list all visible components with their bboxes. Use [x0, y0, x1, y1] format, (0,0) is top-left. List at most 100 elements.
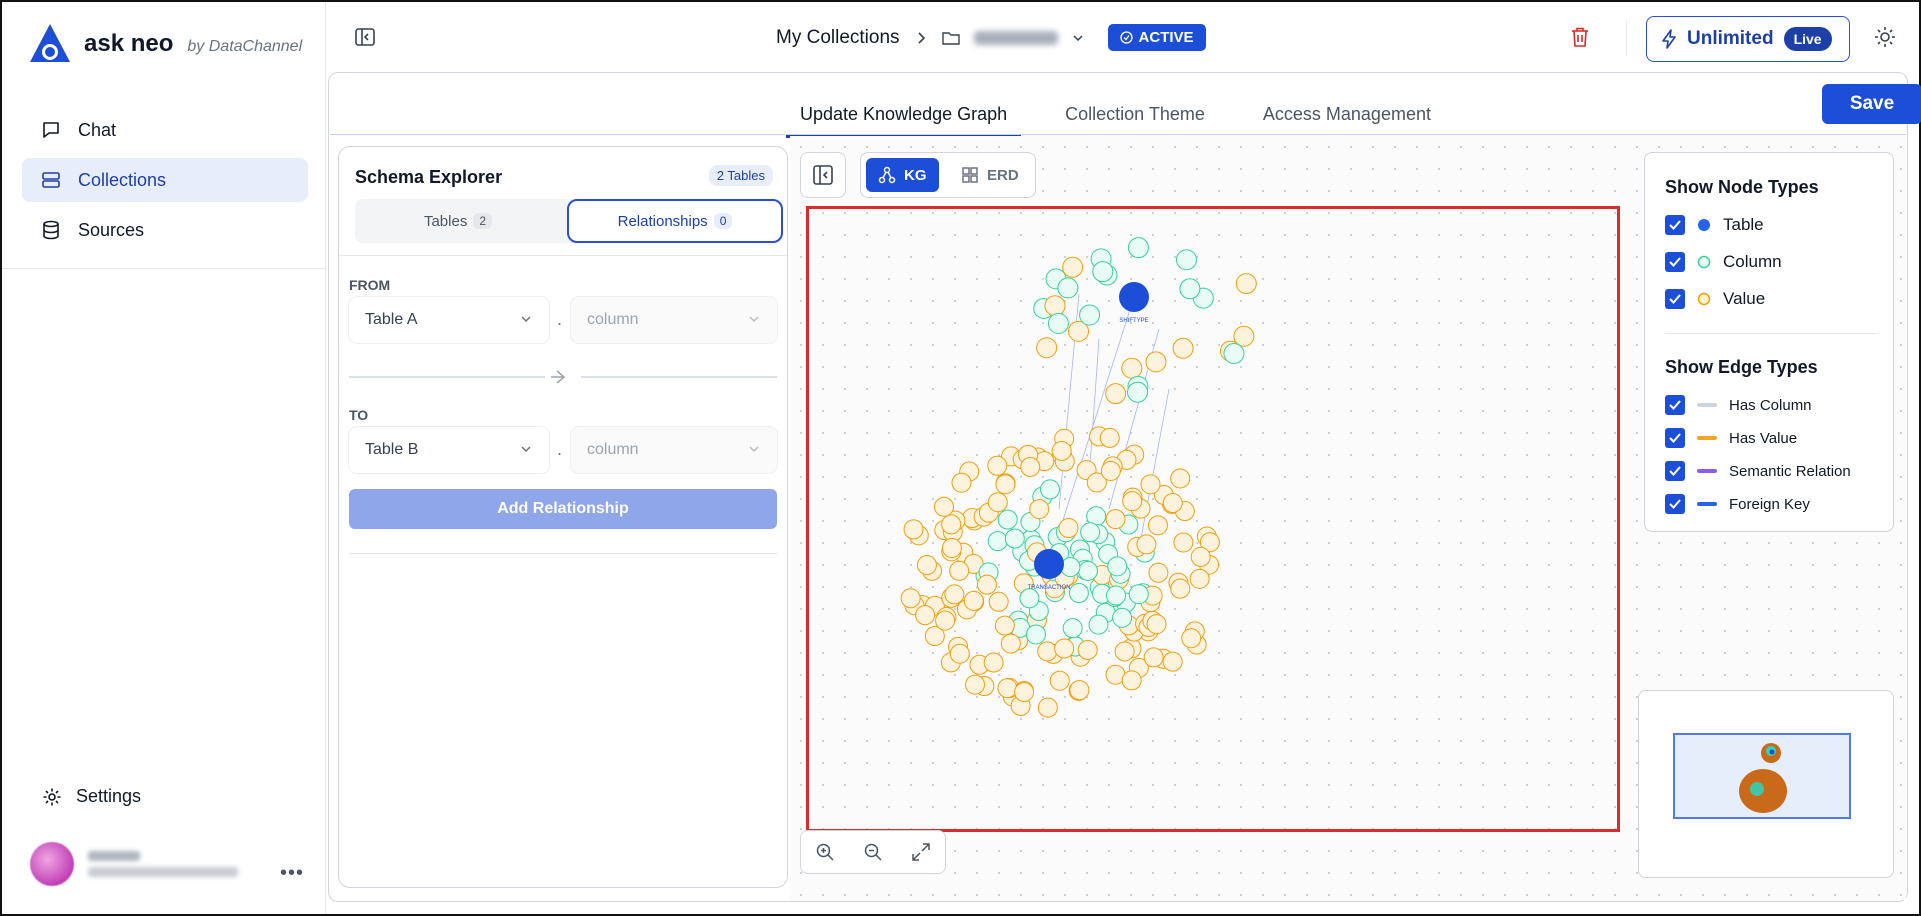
sidebar-toggle-icon[interactable]: [354, 26, 376, 48]
column-node[interactable]: [1175, 249, 1197, 271]
value-node[interactable]: [1029, 499, 1050, 520]
value-node[interactable]: [951, 472, 972, 493]
sidebar-item-sources[interactable]: Sources: [22, 208, 308, 252]
value-node[interactable]: [1044, 295, 1066, 317]
checkbox-checked-icon[interactable]: [1665, 461, 1685, 481]
column-node[interactable]: [1112, 607, 1133, 628]
value-node[interactable]: [1170, 578, 1191, 599]
column-node[interactable]: [1060, 557, 1081, 578]
to-table-select[interactable]: Table B: [349, 427, 549, 473]
graph-minimap[interactable]: [1638, 690, 1894, 878]
value-node[interactable]: [1049, 670, 1070, 691]
value-node[interactable]: [935, 610, 956, 631]
tab-tables[interactable]: Tables 2: [355, 199, 561, 243]
value-node[interactable]: [1099, 427, 1120, 448]
value-node[interactable]: [934, 496, 955, 517]
value-node[interactable]: [949, 560, 970, 581]
table-node[interactable]: [1034, 549, 1064, 579]
filter-node-column[interactable]: Column: [1665, 252, 1782, 272]
value-node[interactable]: [1143, 647, 1164, 668]
to-column-select[interactable]: column: [571, 427, 777, 473]
value-node[interactable]: [976, 574, 997, 595]
value-node[interactable]: [941, 537, 962, 558]
toggle-schema-panel-button[interactable]: [800, 152, 846, 198]
column-node[interactable]: [1088, 614, 1109, 635]
value-node[interactable]: [1170, 468, 1191, 489]
from-column-select[interactable]: column: [571, 297, 777, 343]
value-node[interactable]: [1190, 546, 1211, 567]
value-node[interactable]: [994, 615, 1015, 636]
table-node[interactable]: [1119, 282, 1149, 312]
value-node[interactable]: [1014, 682, 1035, 703]
value-node[interactable]: [1181, 628, 1202, 649]
chevron-down-icon[interactable]: [1072, 32, 1084, 44]
column-node[interactable]: [1179, 278, 1201, 300]
column-node[interactable]: [1106, 585, 1127, 606]
value-node[interactable]: [949, 643, 970, 664]
value-node[interactable]: [1172, 337, 1194, 359]
value-node[interactable]: [1054, 638, 1075, 659]
checkbox-checked-icon[interactable]: [1665, 428, 1685, 448]
value-node[interactable]: [1121, 357, 1143, 379]
value-node[interactable]: [965, 674, 986, 695]
knowledge-graph[interactable]: SHIFTYPE TRANSACTION: [809, 209, 1617, 829]
value-node[interactable]: [1189, 568, 1210, 589]
value-node[interactable]: [1077, 639, 1098, 660]
column-node[interactable]: [1077, 560, 1098, 581]
value-node[interactable]: [1235, 273, 1257, 295]
value-node[interactable]: [1146, 614, 1167, 635]
collection-name-redacted[interactable]: [973, 30, 1058, 45]
from-table-select[interactable]: Table A: [349, 297, 549, 343]
breadcrumb-root[interactable]: My Collections: [776, 27, 900, 49]
column-node[interactable]: [1057, 277, 1079, 299]
view-kg-button[interactable]: KG: [866, 158, 939, 192]
delete-icon[interactable]: [1570, 26, 1590, 48]
zoom-out-icon[interactable]: [863, 842, 883, 862]
sun-icon[interactable]: [1874, 26, 1896, 48]
sidebar-item-settings[interactable]: Settings: [42, 786, 141, 807]
column-node[interactable]: [1039, 479, 1060, 500]
value-node[interactable]: [1037, 641, 1058, 662]
value-node[interactable]: [1000, 633, 1021, 654]
checkbox-checked-icon[interactable]: [1665, 215, 1685, 235]
brand[interactable]: ask neo by DataChannel: [26, 22, 302, 66]
value-node[interactable]: [1173, 532, 1194, 553]
filter-node-table[interactable]: Table: [1665, 215, 1764, 235]
filter-edge-foreign-key[interactable]: Foreign Key: [1665, 494, 1810, 514]
value-node[interactable]: [1036, 337, 1058, 359]
view-erd-button[interactable]: ERD: [949, 158, 1031, 192]
checkbox-checked-icon[interactable]: [1665, 289, 1685, 309]
value-node[interactable]: [915, 605, 936, 626]
value-node[interactable]: [1051, 440, 1072, 461]
value-node[interactable]: [1114, 641, 1135, 662]
value-node[interactable]: [1145, 351, 1167, 373]
filter-edge-has-value[interactable]: Has Value: [1665, 428, 1797, 448]
value-node[interactable]: [903, 519, 924, 540]
column-node[interactable]: [987, 531, 1008, 552]
value-node[interactable]: [1233, 325, 1255, 347]
column-node[interactable]: [1019, 588, 1040, 609]
column-node[interactable]: [1068, 583, 1089, 604]
value-node[interactable]: [900, 588, 921, 609]
add-relationship-button[interactable]: Add Relationship: [349, 489, 777, 529]
value-node[interactable]: [1140, 474, 1161, 495]
value-node[interactable]: [1100, 460, 1121, 481]
sidebar-item-chat[interactable]: Chat: [22, 108, 308, 152]
column-node[interactable]: [1025, 624, 1046, 645]
value-node[interactable]: [963, 590, 984, 611]
value-node[interactable]: [1162, 493, 1183, 514]
value-node[interactable]: [941, 514, 962, 535]
column-node[interactable]: [1062, 618, 1083, 639]
tab-collection-theme[interactable]: Collection Theme: [1051, 100, 1219, 138]
value-node[interactable]: [1162, 651, 1183, 672]
column-node[interactable]: [997, 509, 1018, 530]
value-node[interactable]: [1105, 383, 1127, 405]
value-node[interactable]: [987, 492, 1008, 513]
value-node[interactable]: [1147, 515, 1168, 536]
value-node[interactable]: [916, 555, 937, 576]
column-node[interactable]: [1079, 304, 1101, 326]
value-node[interactable]: [1105, 509, 1126, 530]
value-node[interactable]: [1020, 456, 1041, 477]
value-node[interactable]: [1062, 256, 1084, 278]
value-node[interactable]: [1136, 534, 1157, 555]
